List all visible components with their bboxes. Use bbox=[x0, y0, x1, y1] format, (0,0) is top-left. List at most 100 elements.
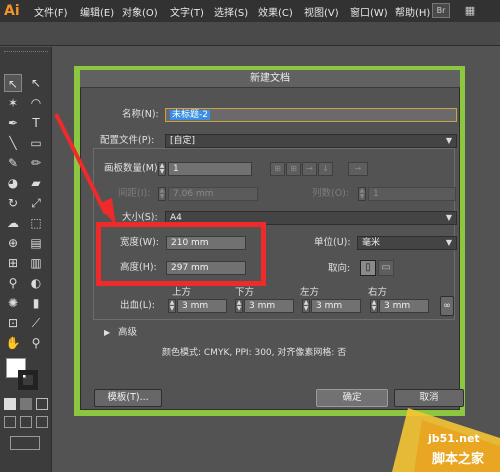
name-input[interactable]: 未标题-2 bbox=[165, 108, 457, 122]
bleed-bottom-label: 下方 bbox=[235, 287, 255, 298]
spacing-input: 7.06 mm bbox=[168, 187, 258, 201]
bleed-left-label: 左方 bbox=[300, 287, 320, 298]
pencil-tool-icon[interactable]: ✏ bbox=[27, 154, 45, 172]
watermark-brand: 脚本之家 bbox=[432, 452, 485, 467]
screen-mode-icon[interactable] bbox=[10, 436, 40, 450]
rotate-tool-icon[interactable]: ↻ bbox=[4, 194, 22, 212]
line-tool-icon[interactable]: ╲ bbox=[4, 134, 22, 152]
bleed-bottom-stepper[interactable]: ▲ ▼ bbox=[235, 299, 243, 313]
lasso-tool-icon[interactable]: ◠ bbox=[27, 94, 45, 112]
dialog-title: 新建文档 bbox=[80, 70, 460, 88]
menu-window[interactable]: 窗口(W) bbox=[350, 4, 388, 19]
slice-tool-icon[interactable]: ⟋ bbox=[27, 314, 45, 332]
warp-tool-icon[interactable]: ☁ bbox=[4, 214, 22, 232]
draw-behind-icon[interactable] bbox=[20, 416, 32, 428]
bleed-bottom-input[interactable]: 3 mm bbox=[244, 299, 294, 313]
landscape-orientation-icon[interactable]: ▭ bbox=[378, 260, 394, 276]
units-label: 单位(U): bbox=[314, 237, 351, 248]
change-layout-icon[interactable]: → bbox=[348, 162, 368, 176]
menu-effect[interactable]: 效果(C) bbox=[258, 4, 293, 19]
orientation-label: 取向: bbox=[328, 263, 351, 274]
profile-dropdown[interactable]: [自定] ▼ bbox=[165, 134, 457, 148]
menu-select[interactable]: 选择(S) bbox=[214, 4, 248, 19]
grid-by-column-icon[interactable]: ⊞ bbox=[286, 162, 301, 176]
bleed-right-stepper[interactable]: ▲ ▼ bbox=[370, 299, 378, 313]
units-value: 毫米 bbox=[362, 238, 381, 248]
free-transform-tool-icon[interactable]: ⬚ bbox=[27, 214, 45, 232]
paintbrush-tool-icon[interactable]: ✎ bbox=[4, 154, 22, 172]
bleed-left-stepper[interactable]: ▲ ▼ bbox=[302, 299, 310, 313]
draw-normal-icon[interactable] bbox=[4, 416, 16, 428]
bleed-top-stepper[interactable]: ▲ ▼ bbox=[168, 299, 176, 313]
selection-tool-icon[interactable]: ↖ bbox=[4, 74, 22, 92]
type-tool-icon[interactable]: T bbox=[27, 114, 45, 132]
draw-inside-icon[interactable] bbox=[36, 416, 48, 428]
columns-stepper: ▲ ▼ bbox=[358, 187, 366, 201]
bleed-top-label: 上方 bbox=[172, 287, 192, 298]
bridge-icon[interactable]: Br bbox=[432, 3, 450, 18]
spacing-stepper: ▲ ▼ bbox=[158, 187, 166, 201]
watermark-site: jb51.net bbox=[428, 432, 480, 445]
color-mode-icon[interactable] bbox=[4, 398, 16, 410]
column-graph-tool-icon[interactable]: ▮ bbox=[27, 294, 45, 312]
link-icon[interactable]: ∞ bbox=[440, 296, 454, 316]
workspace-grid-icon[interactable]: ▦ bbox=[462, 3, 478, 18]
eraser-tool-icon[interactable]: ▰ bbox=[27, 174, 45, 192]
direct-selection-tool-icon[interactable]: ↖ bbox=[27, 74, 45, 92]
name-label: 名称(N): bbox=[122, 109, 159, 120]
size-highlight-box bbox=[96, 222, 266, 286]
bleed-top-input[interactable]: 3 mm bbox=[177, 299, 227, 313]
menu-file[interactable]: 文件(F) bbox=[34, 4, 68, 19]
symbol-sprayer-tool-icon[interactable]: ✺ bbox=[4, 294, 22, 312]
artboards-input[interactable]: 1 bbox=[168, 162, 252, 176]
arrange-by-column-icon[interactable]: ↓ bbox=[318, 162, 333, 176]
profile-value: [自定] bbox=[170, 136, 196, 146]
name-input-value: 未标题-2 bbox=[170, 110, 210, 120]
stroke-color-swatch[interactable] bbox=[18, 370, 38, 390]
shape-builder-tool-icon[interactable]: ⊕ bbox=[4, 234, 22, 252]
rectangle-tool-icon[interactable]: ▭ bbox=[27, 134, 45, 152]
control-bar bbox=[0, 22, 500, 46]
menu-help[interactable]: 帮助(H) bbox=[395, 4, 430, 19]
gradient-mode-icon[interactable] bbox=[20, 398, 32, 410]
bleed-left-input[interactable]: 3 mm bbox=[311, 299, 361, 313]
pen-tool-icon[interactable]: ✒ bbox=[4, 114, 22, 132]
portrait-orientation-icon[interactable]: ▯ bbox=[360, 260, 376, 276]
columns-input: 1 bbox=[368, 187, 456, 201]
app-logo: Ai bbox=[4, 3, 20, 19]
mesh-tool-icon[interactable]: ⊞ bbox=[4, 254, 22, 272]
bleed-label: 出血(L): bbox=[120, 300, 155, 311]
units-dropdown[interactable]: 毫米 ▼ bbox=[357, 236, 457, 250]
advanced-toggle-icon[interactable]: ▶ bbox=[104, 326, 110, 340]
scale-tool-icon[interactable]: ⤢ bbox=[27, 194, 45, 212]
blob-brush-tool-icon[interactable]: ◕ bbox=[4, 174, 22, 192]
advanced-label[interactable]: 高级 bbox=[118, 326, 137, 340]
gradient-tool-icon[interactable]: ▥ bbox=[27, 254, 45, 272]
zoom-tool-icon[interactable]: ⚲ bbox=[27, 334, 45, 352]
chevron-down-icon: ▼ bbox=[445, 213, 452, 222]
hand-tool-icon[interactable]: ✋ bbox=[4, 334, 22, 352]
bleed-right-label: 右方 bbox=[368, 287, 388, 298]
spacing-label: 间距(I): bbox=[118, 188, 151, 199]
arrange-by-row-icon[interactable]: → bbox=[302, 162, 317, 176]
magic-wand-tool-icon[interactable]: ✶ bbox=[4, 94, 22, 112]
eyedropper-tool-icon[interactable]: ⚲ bbox=[4, 274, 22, 292]
document-info-text: 颜色模式: CMYK, PPI: 300, 对齐像素网格: 否 bbox=[162, 348, 347, 358]
menu-type[interactable]: 文字(T) bbox=[170, 4, 204, 19]
grid-by-row-icon[interactable]: ⊞ bbox=[270, 162, 285, 176]
menu-view[interactable]: 视图(V) bbox=[304, 4, 339, 19]
menu-object[interactable]: 对象(O) bbox=[122, 4, 158, 19]
none-mode-icon[interactable] bbox=[36, 398, 48, 410]
artboard-tool-icon[interactable]: ⊡ bbox=[4, 314, 22, 332]
columns-label: 列数(O): bbox=[312, 188, 350, 199]
chevron-down-icon: ▼ bbox=[445, 136, 452, 145]
chevron-down-icon: ▼ bbox=[445, 238, 452, 247]
red-arrow-annotation bbox=[54, 113, 116, 226]
bleed-right-input[interactable]: 3 mm bbox=[379, 299, 429, 313]
menu-edit[interactable]: 编辑(E) bbox=[80, 4, 114, 19]
tools-panel-grip[interactable] bbox=[4, 51, 48, 54]
perspective-grid-tool-icon[interactable]: ▤ bbox=[27, 234, 45, 252]
templates-button[interactable]: 模板(T)... bbox=[94, 389, 162, 407]
artboards-stepper[interactable]: ▲ ▼ bbox=[158, 162, 166, 176]
blend-tool-icon[interactable]: ◐ bbox=[27, 274, 45, 292]
